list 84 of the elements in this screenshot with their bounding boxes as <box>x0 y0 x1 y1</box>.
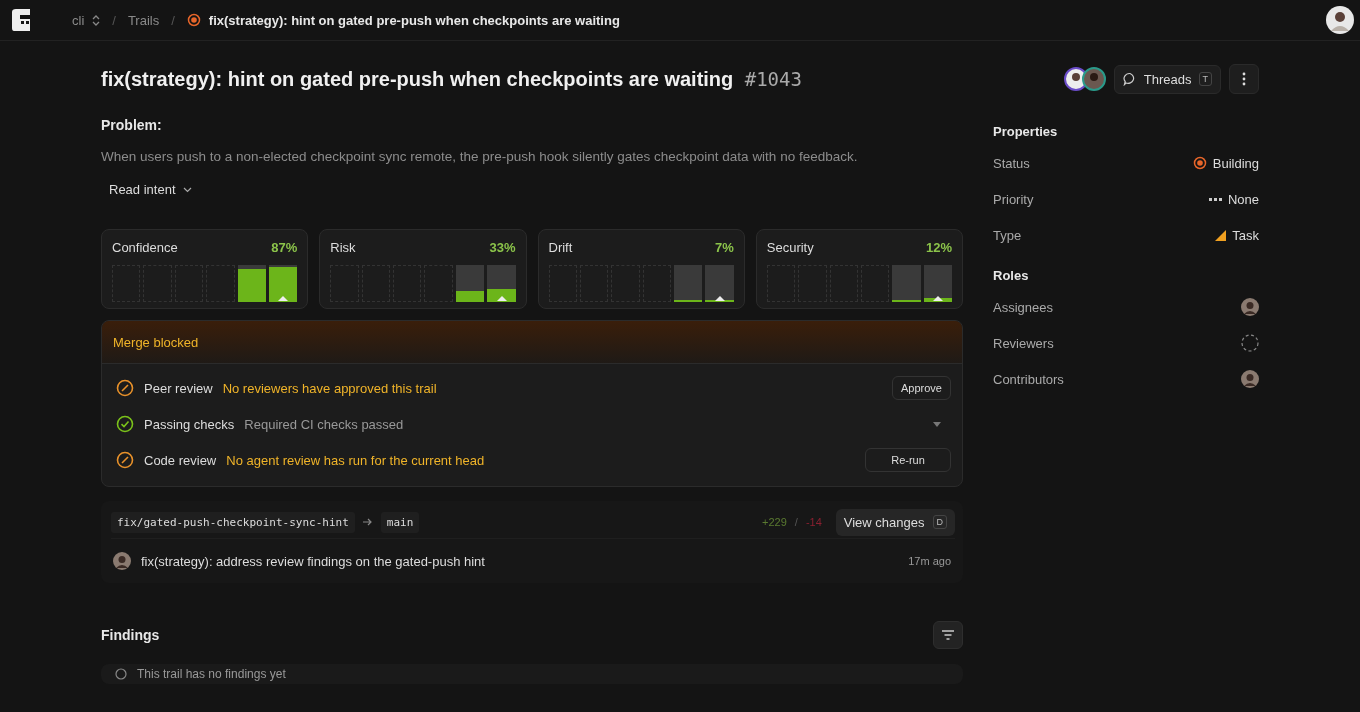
meter-bar <box>237 265 266 302</box>
blocked-icon <box>116 379 134 397</box>
threads-button[interactable]: Threads T <box>1113 64 1221 94</box>
check-circle-icon <box>116 415 134 433</box>
info-icon <box>115 668 127 680</box>
empty-message: This trail has no findings yet <box>137 667 286 681</box>
role-label: Assignees <box>993 299 1053 315</box>
pointer-icon <box>714 296 725 301</box>
branch-name: main <box>380 511 420 533</box>
chevron-updown-icon <box>92 14 101 26</box>
meter-bar <box>455 265 485 302</box>
triangle-icon <box>1215 229 1227 241</box>
avatar-icon <box>113 552 131 570</box>
commit-message: fix(strategy): address review findings on the gated-push hint <box>141 553 485 569</box>
empty-avatar-icon[interactable] <box>1241 334 1259 352</box>
breadcrumb-separator: / <box>112 12 116 28</box>
avatar-icon <box>1063 67 1088 91</box>
check-action-button[interactable]: Approve <box>892 376 951 400</box>
check-name: Peer review <box>144 380 213 396</box>
breadcrumb-link[interactable]: Trails <box>127 12 160 28</box>
property-label: Type <box>993 227 1022 243</box>
status-icon <box>1192 156 1207 170</box>
role-label: Contributors <box>993 371 1064 387</box>
role-label: Reviewers <box>993 335 1054 351</box>
check-name: Passing checks <box>144 416 235 432</box>
avatar-icon <box>1081 67 1106 91</box>
meter-bar <box>923 265 952 302</box>
more-button[interactable] <box>1229 64 1259 94</box>
status-icon <box>186 13 201 27</box>
check-message: No agent review has run for the current head <box>226 452 485 468</box>
section-heading: Problem: <box>101 117 163 133</box>
metric-value: 12% <box>925 240 952 255</box>
caret-icon[interactable] <box>933 421 941 427</box>
breadcrumb-separator: / <box>171 12 175 28</box>
property-label: Status <box>993 155 1030 171</box>
meter-bar <box>674 265 703 302</box>
metric-label: Confidence <box>112 240 178 255</box>
metric-label: Risk <box>330 240 356 255</box>
avatar-icon[interactable] <box>1241 370 1259 388</box>
arrow-right-icon <box>362 518 373 526</box>
meter-bar <box>268 265 298 302</box>
additions-count: +229 <box>762 516 787 528</box>
metric-label: Drift <box>548 240 573 255</box>
property-label: Priority <box>993 191 1034 207</box>
more-icon <box>1242 72 1246 86</box>
meter-bar <box>705 265 734 302</box>
branch-name: fix/gated-push-checkpoint-sync-hint <box>111 511 355 533</box>
filter-button[interactable] <box>933 621 963 649</box>
breadcrumb-current: fix(strategy): hint on gated pre-push when checkpoints are waiting <box>208 12 620 28</box>
avatar-icon[interactable] <box>1241 298 1259 316</box>
metric-value: 87% <box>271 240 298 255</box>
section-heading: Findings <box>101 627 160 643</box>
project-selector[interactable]: cli <box>72 12 85 28</box>
sidebar-heading: Properties <box>993 122 1059 141</box>
property-value[interactable]: Task <box>1232 227 1259 243</box>
problem-text: When users push to a non-elected checkpoint sync remote, the pre-push hook silently gates checkpoint data with no feedback. <box>101 149 859 164</box>
metric-value: 7% <box>714 240 734 255</box>
merge-status: Merge blocked <box>113 335 199 350</box>
metric-value: 33% <box>489 240 516 255</box>
property-value[interactable]: None <box>1227 191 1259 207</box>
deletions-count: -14 <box>805 516 822 528</box>
check-message: Required CI checks passed <box>244 416 404 432</box>
view-changes-button[interactable]: View changes D <box>835 508 955 536</box>
filter-icon <box>941 630 955 640</box>
speech-bubble-icon <box>1122 72 1137 86</box>
page-title: fix(strategy): hint on gated pre-push when checkpoints are waiting #1043 <box>101 67 802 91</box>
check-action-button[interactable]: Re-run <box>865 448 951 472</box>
pointer-icon <box>278 296 289 301</box>
blocked-icon <box>116 451 134 469</box>
user-avatar-icon[interactable] <box>1326 6 1354 34</box>
meter-bar <box>892 265 921 302</box>
dots-icon <box>1208 197 1222 201</box>
metric-label: Security <box>766 240 814 255</box>
commit-time: 17m ago <box>908 555 951 567</box>
diff-separator: / <box>794 516 798 528</box>
chevron-down-icon <box>182 186 192 193</box>
property-value[interactable]: Building <box>1212 155 1259 171</box>
check-name: Code review <box>144 452 217 468</box>
pointer-icon <box>496 296 507 301</box>
read-intent-toggle[interactable]: Read intent <box>101 182 200 197</box>
check-message: No reviewers have approved this trail <box>222 380 437 396</box>
pointer-icon <box>933 296 943 301</box>
meter-bar <box>487 265 516 302</box>
sidebar-heading: Roles <box>993 266 1030 285</box>
